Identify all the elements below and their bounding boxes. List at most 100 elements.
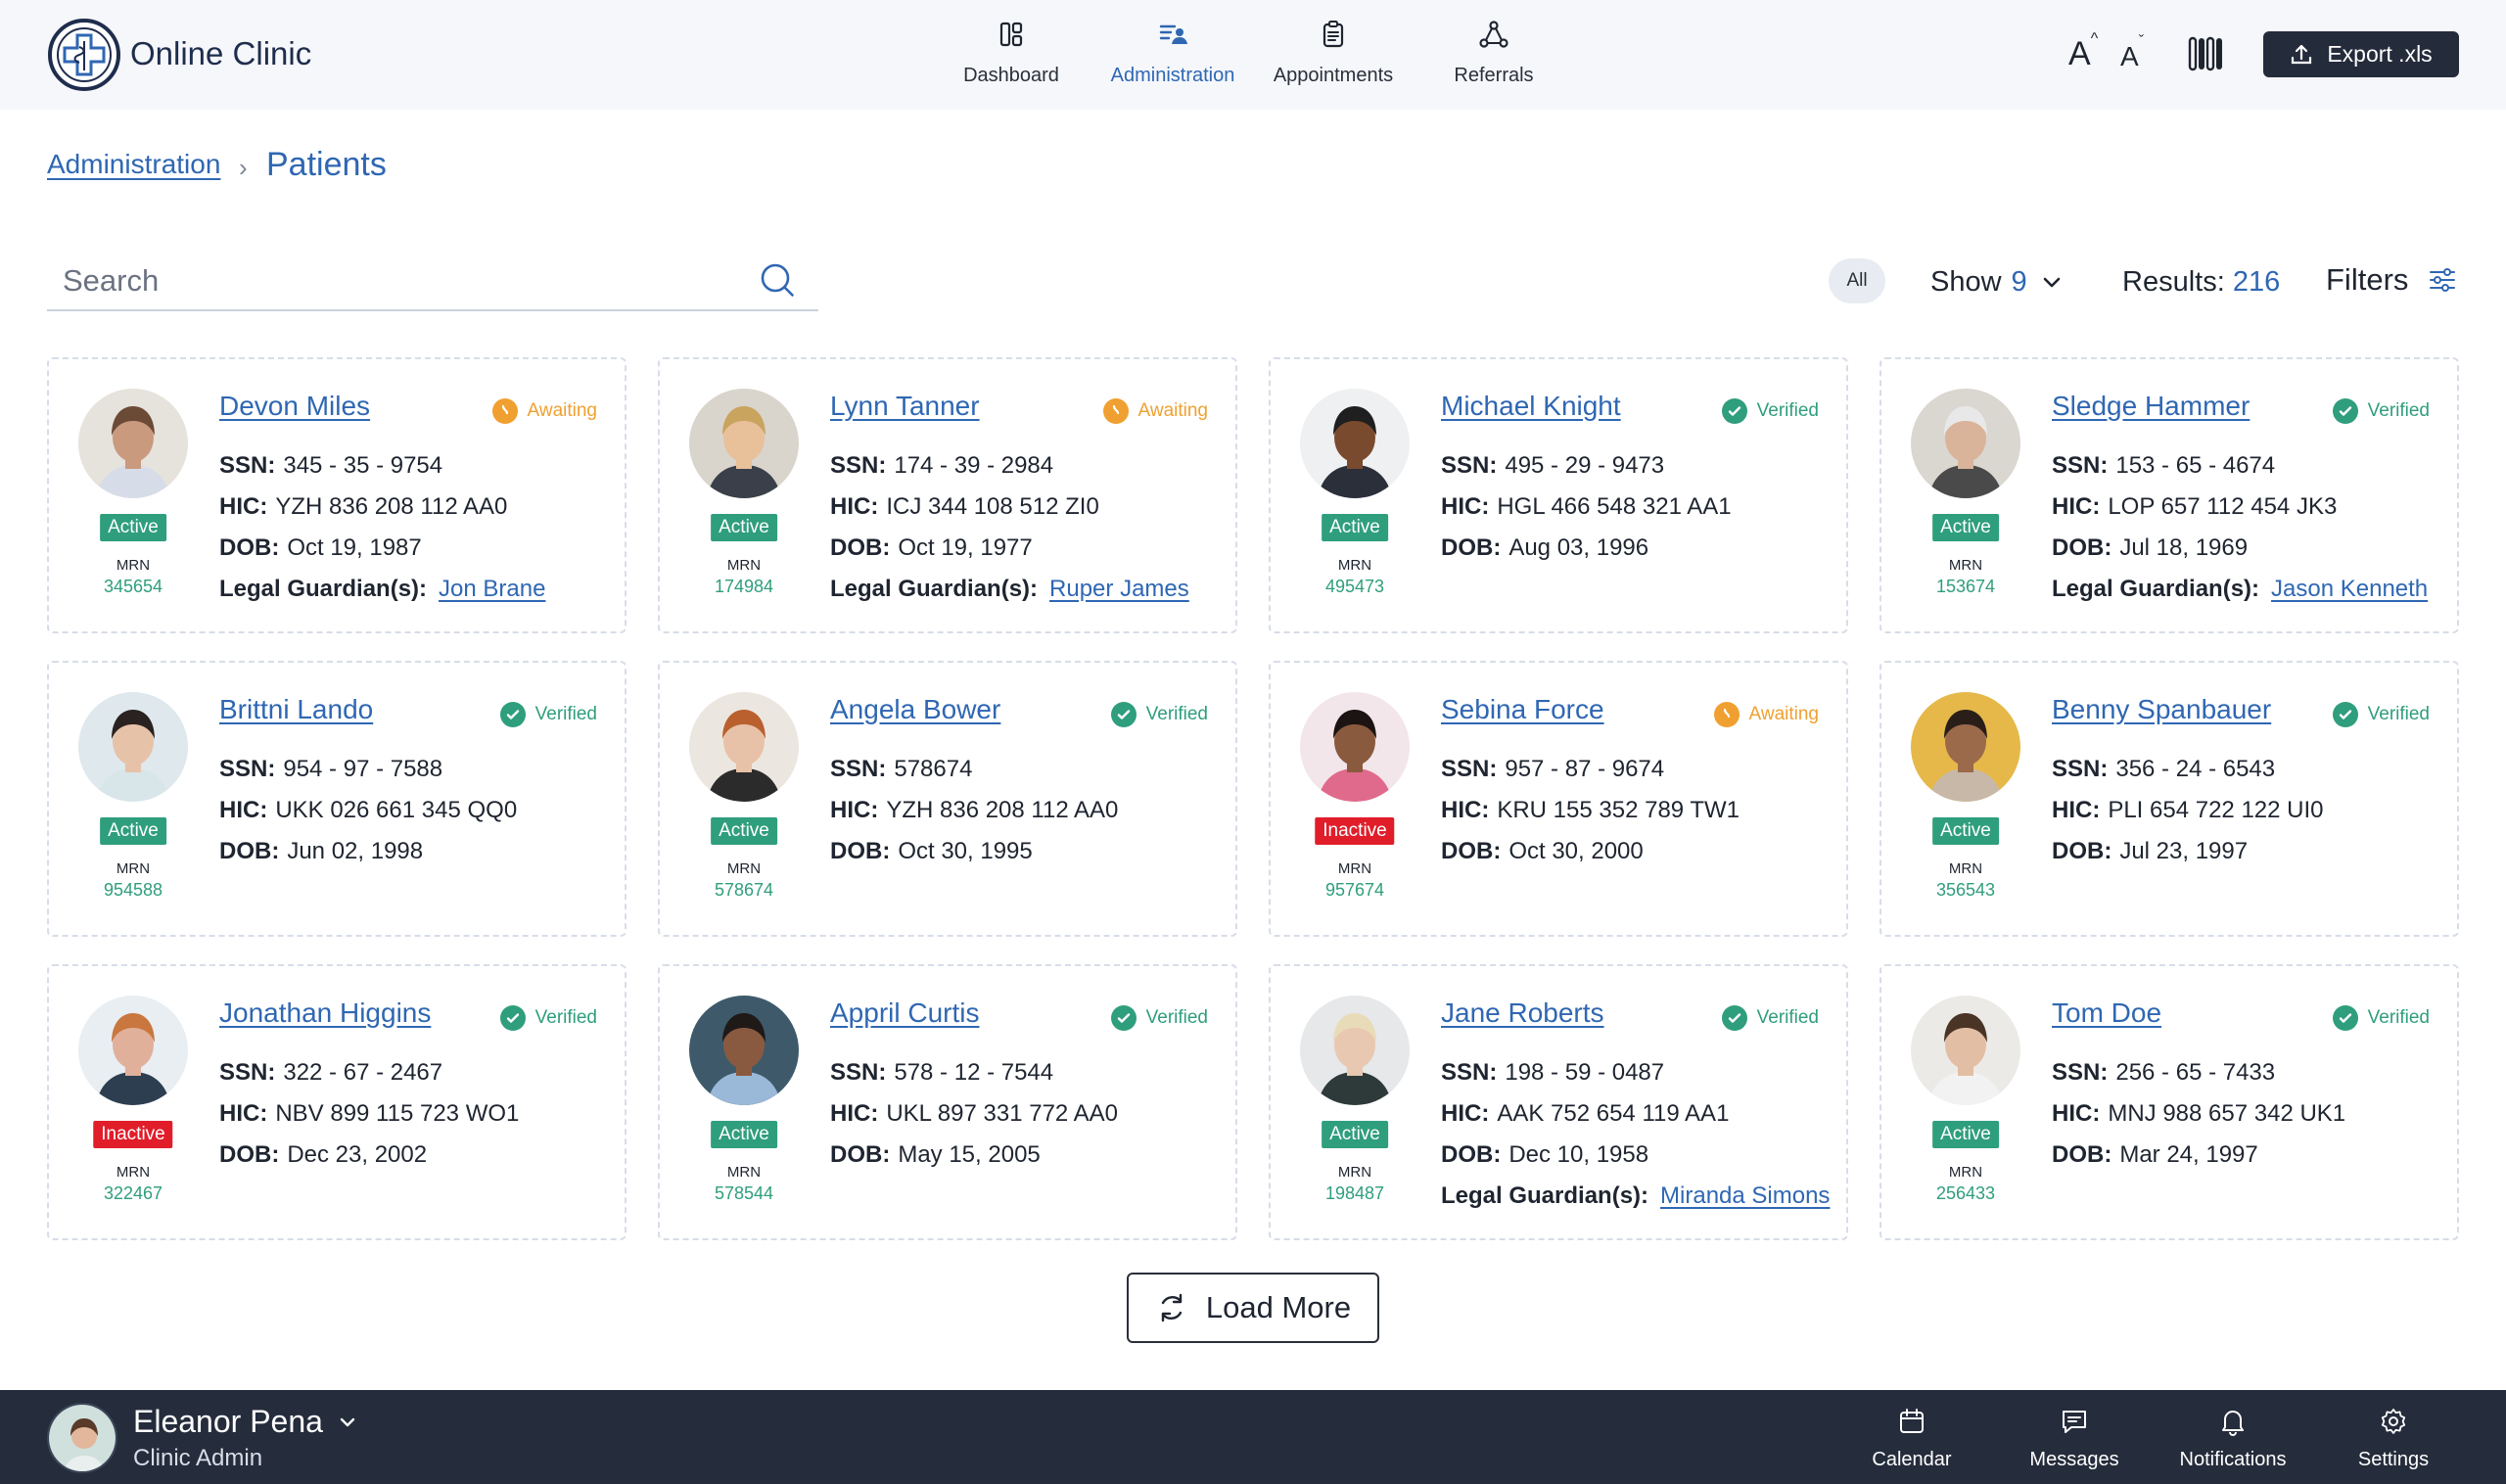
patient-card[interactable]: Active MRN 198487 Jane Roberts Verified …	[1269, 964, 1848, 1240]
mrn-label: MRN	[116, 1164, 151, 1181]
patient-name-link[interactable]: Benny Spanbauer	[2052, 694, 2271, 725]
patient-card[interactable]: Active MRN 345654 Devon Miles Awaiting S…	[47, 357, 626, 633]
patient-details: SSN: 198 - 59 - 0487 HIC: AAK 752 654 119 …	[1441, 1052, 1830, 1217]
patient-name-link[interactable]: Appril Curtis	[830, 997, 979, 1029]
bottom-nav-notifications[interactable]: Notifications	[2150, 1390, 2316, 1484]
check-circle-icon	[1721, 1005, 1747, 1031]
nav-administration[interactable]: Administration	[1100, 0, 1245, 110]
patient-card[interactable]: Active MRN 153674 Sledge Hammer Verified…	[1880, 357, 2459, 633]
patient-card[interactable]: Active MRN 954588 Brittni Lando Verified…	[47, 661, 626, 937]
patient-status-badge: Active	[100, 817, 166, 845]
bottom-nav-calendar[interactable]: Calendar	[1829, 1390, 1995, 1484]
dashboard-icon	[999, 22, 1023, 47]
export-label: Export .xls	[2327, 41, 2433, 67]
breadcrumb-separator: ›	[239, 153, 248, 182]
dob-row: DOB: Dec 10, 1958	[1441, 1141, 1649, 1168]
patient-card[interactable]: Active MRN 495473 Michael Knight Verifie…	[1269, 357, 1848, 633]
patient-name-link[interactable]: Jonathan Higgins	[219, 997, 431, 1029]
verification-label: Verified	[1756, 1007, 1819, 1028]
export-xls-button[interactable]: Export .xls	[2263, 31, 2459, 77]
messages-icon	[2063, 1411, 2086, 1433]
verification-badge: Verified	[499, 702, 597, 727]
bottom-nav-settings[interactable]: Settings	[2310, 1390, 2477, 1484]
user-avatar[interactable]	[47, 1403, 117, 1473]
patient-details: SSN: 345 - 35 - 9754 HIC: YZH 836 208 112 …	[219, 445, 545, 610]
nav-referrals[interactable]: Referrals	[1439, 0, 1549, 110]
dob-value: Mar 24, 1997	[2119, 1141, 2258, 1168]
hic-value: YZH 836 208 112 AA0	[275, 493, 508, 520]
check-circle-icon	[499, 1005, 526, 1031]
bottom-nav-label: Notifications	[2179, 1449, 2287, 1470]
clinic-logo-icon[interactable]	[47, 18, 121, 92]
filters-button[interactable]: Filters	[2326, 262, 2457, 298]
hic-value: YZH 836 208 112 AA0	[886, 797, 1119, 823]
mrn-label: MRN	[726, 1164, 762, 1181]
font-increase-button[interactable]: A^	[2068, 30, 2098, 73]
ssn-row: SSN: 578 - 12 - 7544	[830, 1059, 1054, 1086]
bottom-nav-messages[interactable]: Messages	[1991, 1390, 2158, 1484]
patient-card[interactable]: Active MRN 578674 Angela Bower Verified …	[658, 661, 1237, 937]
patient-name-link[interactable]: Devon Miles	[219, 391, 370, 422]
ssn-value: 954 - 97 - 7588	[283, 756, 443, 782]
search-input[interactable]	[63, 260, 728, 301]
patient-details: SSN: 578 - 12 - 7544 HIC: UKL 897 331 772 …	[830, 1052, 1118, 1176]
load-more-button[interactable]: Load More	[1127, 1273, 1379, 1343]
patient-card[interactable]: Active MRN 256433 Tom Doe Verified SSN: 2…	[1880, 964, 2459, 1240]
patient-name-link[interactable]: Sledge Hammer	[2052, 391, 2250, 422]
patient-name-link[interactable]: Lynn Tanner	[830, 391, 980, 422]
patient-name-link[interactable]: Sebina Force	[1441, 694, 1604, 725]
patient-card[interactable]: Active MRN 174984 Lynn Tanner Awaiting S…	[658, 357, 1237, 633]
mrn-label: MRN	[1337, 1164, 1372, 1181]
guardian-row: Legal Guardian(s): Jason Kenneth	[2052, 576, 2429, 602]
ssn-row: SSN: 153 - 65 - 4674	[2052, 452, 2276, 479]
mrn-value: 578544	[714, 1183, 774, 1203]
network-icon	[1479, 21, 1508, 48]
nav-appointments[interactable]: Appointments	[1265, 0, 1402, 110]
nav-label: Referrals	[1454, 65, 1534, 86]
chevron-down-icon	[2043, 277, 2060, 287]
patient-name-link[interactable]: Jane Roberts	[1441, 997, 1604, 1029]
patient-card[interactable]: Inactive MRN 957674 Sebina Force Awaitin…	[1269, 661, 1848, 937]
guardian-link[interactable]: Miranda Simons	[1660, 1183, 1830, 1209]
dob-value: May 15, 2005	[898, 1141, 1041, 1168]
ssn-row: SSN: 174 - 39 - 2984	[830, 452, 1054, 479]
font-decrease-button[interactable]: Aˇ	[2120, 33, 2144, 72]
calendar-icon	[1900, 1409, 1924, 1433]
hic-value: MNJ 988 657 342 UK1	[2108, 1100, 2346, 1127]
patient-card[interactable]: Inactive MRN 322467 Jonathan Higgins Ver…	[47, 964, 626, 1240]
user-menu[interactable]: Eleanor Pena	[133, 1404, 358, 1440]
refresh-icon	[1161, 1293, 1183, 1322]
breadcrumb-administration-link[interactable]: Administration	[47, 149, 220, 180]
ssn-value: 153 - 65 - 4674	[2115, 452, 2276, 479]
patient-status-badge: Active	[1322, 1121, 1388, 1148]
administration-icon	[1159, 24, 1187, 44]
dob-row: DOB: Jun 02, 1998	[219, 838, 424, 864]
patient-name-link[interactable]: Tom Doe	[2052, 997, 2161, 1029]
patient-name-link[interactable]: Michael Knight	[1441, 391, 1621, 422]
dob-value: Oct 19, 1977	[898, 534, 1033, 561]
bottom-bar: Eleanor Pena Clinic Admin Calendar Messa…	[0, 1390, 2506, 1484]
hourglass-icon	[1713, 702, 1740, 727]
guardian-link[interactable]: Jason Kenneth	[2271, 576, 2428, 602]
patient-details: SSN: 495 - 29 - 9473 HIC: HGL 466 548 321 …	[1441, 445, 1732, 569]
patient-name-link[interactable]: Brittni Lando	[219, 694, 373, 725]
show-count-dropdown[interactable]: Show 9	[1930, 266, 2066, 299]
all-filter-chip[interactable]: All	[1829, 258, 1885, 303]
patient-card-grid: Active MRN 345654 Devon Miles Awaiting S…	[47, 357, 2459, 1240]
patient-details: SSN: 578674 HIC: YZH 836 208 112 AA0 DOB: O…	[830, 749, 1118, 872]
patient-name-link[interactable]: Angela Bower	[830, 694, 1000, 725]
bell-icon	[2222, 1411, 2244, 1436]
verification-label: Awaiting	[1748, 704, 1819, 724]
guardian-link[interactable]: Ruper James	[1049, 576, 1189, 602]
mrn-label: MRN	[1337, 860, 1372, 877]
search-icon[interactable]	[758, 260, 797, 300]
dob-row: DOB: Mar 24, 1997	[2052, 1141, 2258, 1168]
ssn-value: 322 - 67 - 2467	[283, 1059, 443, 1086]
hic-row: HIC: AAK 752 654 119 AA1	[1441, 1100, 1730, 1127]
contrast-toggle-icon[interactable]	[2187, 35, 2224, 72]
patient-card[interactable]: Active MRN 356543 Benny Spanbauer Verifi…	[1880, 661, 2459, 937]
hic-value: ICJ 344 108 512 ZI0	[886, 493, 1099, 520]
patient-card[interactable]: Active MRN 578544 Appril Curtis Verified…	[658, 964, 1237, 1240]
guardian-link[interactable]: Jon Brane	[439, 576, 545, 602]
nav-dashboard[interactable]: Dashboard	[954, 0, 1068, 110]
